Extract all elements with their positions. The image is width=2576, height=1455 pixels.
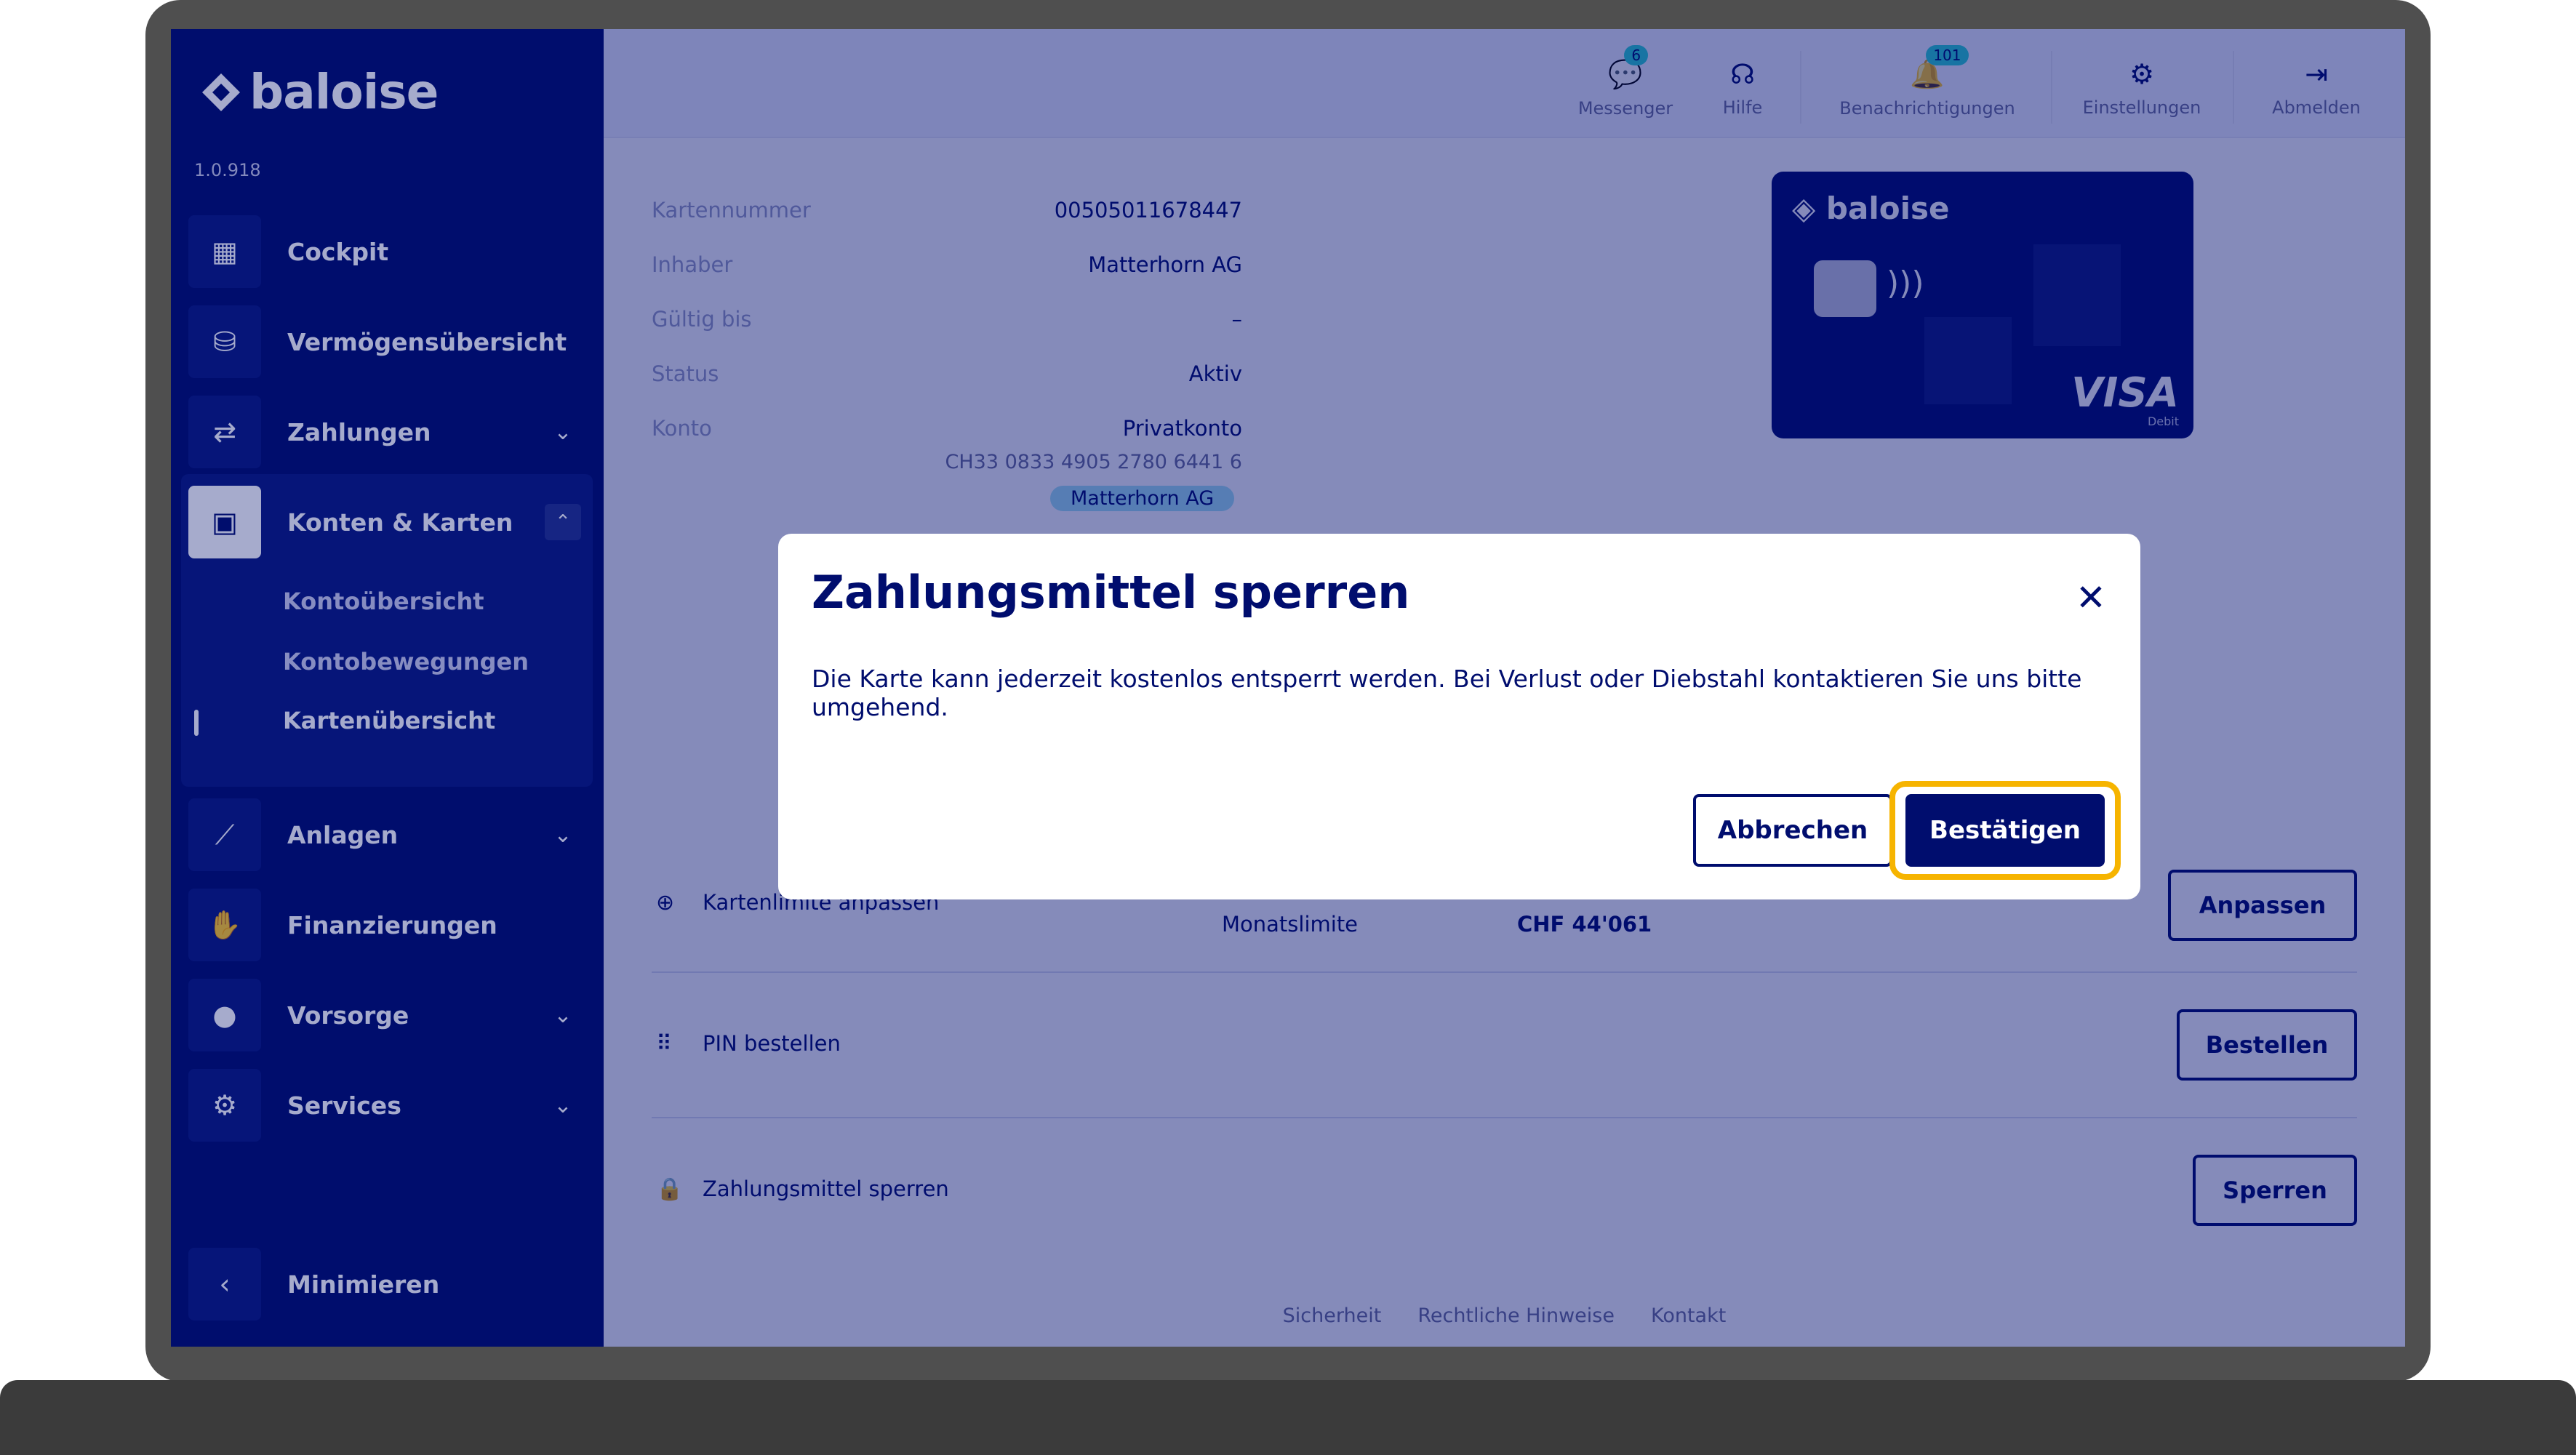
laptop-base: [0, 1380, 2576, 1455]
confirm-button[interactable]: Bestätigen: [1905, 794, 2105, 867]
app-screen: baloise 1.0.918 ▦ Cockpit ⛁ Vermögensübe…: [171, 29, 2405, 1347]
close-icon[interactable]: ✕: [2071, 577, 2111, 619]
dialog-title: Zahlungsmittel sperren: [812, 566, 1410, 619]
dialog-message: Die Karte kann jederzeit kostenlos entsp…: [812, 665, 2082, 721]
cancel-button[interactable]: Abbrechen: [1693, 794, 1892, 867]
block-payment-dialog: Zahlungsmittel sperren ✕ Die Karte kann …: [778, 534, 2140, 899]
sidebar-dim-overlay: [171, 29, 604, 1347]
sidebar: baloise 1.0.918 ▦ Cockpit ⛁ Vermögensübe…: [171, 29, 604, 1347]
